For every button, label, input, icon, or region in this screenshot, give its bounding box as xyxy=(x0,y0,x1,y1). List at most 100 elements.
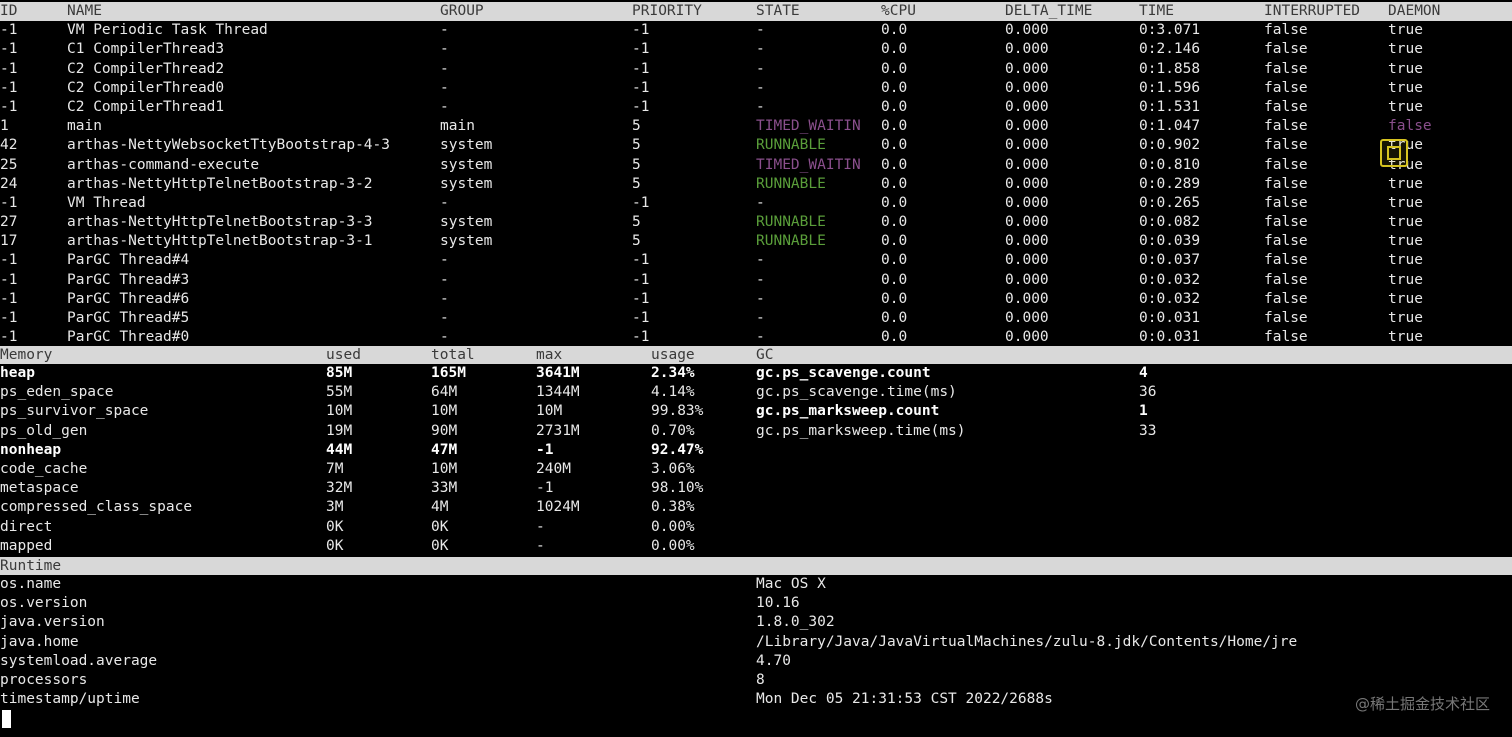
memory-table-header: Memory used total max usage GC xyxy=(0,346,1512,364)
thread-interrupted: false xyxy=(1264,329,1308,346)
table-row: 27 arthas-NettyHttpTelnetBootstrap-3-3 sys… xyxy=(0,213,1512,232)
table-row: systemload.average 4.70 xyxy=(0,652,1512,671)
thread-time: 0:0.031 xyxy=(1139,329,1201,346)
table-row: -1 ParGC Thread#6 - -1 - 0.0 0.000 0:0.032 false… xyxy=(0,290,1512,309)
thread-cpu: 0.0 xyxy=(881,175,908,192)
memory-used: 7M xyxy=(326,460,344,477)
table-row: -1 C1 CompilerThread3 - -1 - 0.0 0.000 0:2.146 f… xyxy=(0,40,1512,59)
memory-name: nonheap xyxy=(0,441,62,458)
table-row: timestamp/uptime Mon Dec 05 21:31:53 CST … xyxy=(0,690,1512,709)
memory-name: heap xyxy=(0,365,35,381)
memory-usage: 0.00% xyxy=(651,537,695,554)
thread-time: 0:1.531 xyxy=(1139,98,1201,115)
table-row: processors 8 xyxy=(0,671,1512,690)
thread-priority: -1 xyxy=(632,79,650,96)
thread-priority: -1 xyxy=(632,60,650,77)
memory-total: 47M xyxy=(431,441,458,458)
thread-id: -1 xyxy=(0,41,18,58)
thread-id: -1 xyxy=(0,22,18,39)
thread-group: - xyxy=(440,98,449,115)
thread-name: ParGC Thread#0 xyxy=(67,329,190,346)
thread-group: - xyxy=(440,290,449,307)
thread-interrupted: false xyxy=(1264,79,1308,96)
memory-total: 33M xyxy=(431,480,458,497)
col-interrupted-header: INTERRUPTED xyxy=(1264,3,1361,19)
table-row: java.version 1.8.0_302 xyxy=(0,613,1512,632)
thread-time: 0:2.146 xyxy=(1139,41,1201,58)
table-row: os.name Mac OS X xyxy=(0,575,1512,594)
thread-group: - xyxy=(440,60,449,77)
runtime-table-header: Runtime xyxy=(0,557,1512,575)
table-row: 42 arthas-NettyWebsocketTtyBootstrap-4-3 s… xyxy=(0,136,1512,155)
table-row: -1 C2 CompilerThread1 - -1 - 0.0 0.000 0:1.531 f… xyxy=(0,98,1512,117)
memory-used: 32M xyxy=(326,480,353,497)
memory-max: - xyxy=(536,537,545,554)
thread-table-header: ID NAME GROUP PRIORITY STATE %CPU DELTA_… xyxy=(0,2,1512,22)
memory-total: 4M xyxy=(431,499,449,516)
thread-cpu: 0.0 xyxy=(881,233,908,250)
thread-state: - xyxy=(756,22,765,39)
thread-name: arthas-command-execute xyxy=(67,156,260,173)
gc-value: 1 xyxy=(1139,403,1148,420)
thread-cpu: 0.0 xyxy=(881,290,908,307)
thread-delta-time: 0.000 xyxy=(1005,252,1049,269)
thread-table: ID NAME GROUP PRIORITY STATE %CPU DELTA_… xyxy=(0,2,1512,347)
thread-id: 1 xyxy=(0,118,9,135)
runtime-value: Mon Dec 05 21:31:53 CST 2022/2688s xyxy=(756,691,1053,708)
table-row: ps_old_gen 19M 90M 2731M 0.70% gc.ps_markswee… xyxy=(0,422,1512,441)
thread-priority: 5 xyxy=(632,214,641,231)
memory-max: 1024M xyxy=(536,499,580,516)
thread-time: 0:3.071 xyxy=(1139,22,1201,39)
table-row: -1 C2 CompilerThread2 - -1 - 0.0 0.000 0:1.858 f… xyxy=(0,60,1512,79)
col-group-header: GROUP xyxy=(440,3,484,19)
terminal-cursor[interactable] xyxy=(2,710,11,728)
thread-cpu: 0.0 xyxy=(881,156,908,173)
thread-id: -1 xyxy=(0,329,18,346)
thread-priority: 5 xyxy=(632,137,641,154)
thread-state: RUNNABLE xyxy=(756,214,826,231)
memory-usage: 99.83% xyxy=(651,403,704,420)
runtime-key: timestamp/uptime xyxy=(0,691,140,708)
thread-time: 0:1.596 xyxy=(1139,79,1201,96)
runtime-value: 8 xyxy=(756,671,765,688)
thread-priority: -1 xyxy=(632,98,650,115)
thread-group: - xyxy=(440,310,449,326)
runtime-key: java.version xyxy=(0,614,105,631)
runtime-value: 10.16 xyxy=(756,595,800,612)
thread-delta-time: 0.000 xyxy=(1005,60,1049,77)
memory-total: 64M xyxy=(431,384,458,401)
gc-value: 4 xyxy=(1139,365,1148,381)
runtime-value: 4.70 xyxy=(756,652,791,669)
thread-state: - xyxy=(756,329,765,346)
thread-daemon: true xyxy=(1388,271,1423,288)
thread-daemon: true xyxy=(1388,214,1423,231)
thread-delta-time: 0.000 xyxy=(1005,329,1049,346)
thread-priority: -1 xyxy=(632,22,650,39)
thread-cpu: 0.0 xyxy=(881,41,908,58)
fullscreen-icon[interactable] xyxy=(1380,139,1408,167)
thread-group: system xyxy=(440,175,493,192)
memory-used: 44M xyxy=(326,441,353,458)
memory-used: 85M xyxy=(326,365,353,381)
thread-group: system xyxy=(440,156,493,173)
col-priority-header: PRIORITY xyxy=(632,3,702,19)
runtime-table: Runtime os.name Mac OS Xos.version 10.16 ja… xyxy=(0,557,1512,709)
thread-priority: -1 xyxy=(632,194,650,211)
thread-rows: -1 VM Periodic Task Thread - -1-0.0 0.000 0:3… xyxy=(0,21,1512,347)
gc-name: gc.ps_scavenge.time(ms) xyxy=(756,384,957,401)
thread-interrupted: false xyxy=(1264,194,1308,211)
thread-daemon: true xyxy=(1388,60,1423,77)
thread-group: - xyxy=(440,79,449,96)
thread-interrupted: false xyxy=(1264,310,1308,326)
thread-cpu: 0.0 xyxy=(881,271,908,288)
runtime-key: processors xyxy=(0,671,88,688)
table-row: -1 ParGC Thread#5 - -1 - 0.0 0.000 0:0.031 false… xyxy=(0,309,1512,328)
thread-time: 0:0.032 xyxy=(1139,290,1201,307)
thread-time: 0:0.039 xyxy=(1139,233,1201,250)
thread-cpu: 0.0 xyxy=(881,22,908,39)
thread-group: system xyxy=(440,233,493,250)
gc-name: gc.ps_scavenge.count xyxy=(756,365,931,381)
thread-daemon: true xyxy=(1388,22,1423,39)
memory-total: 0K xyxy=(431,518,449,535)
memory-total: 90M xyxy=(431,422,458,439)
